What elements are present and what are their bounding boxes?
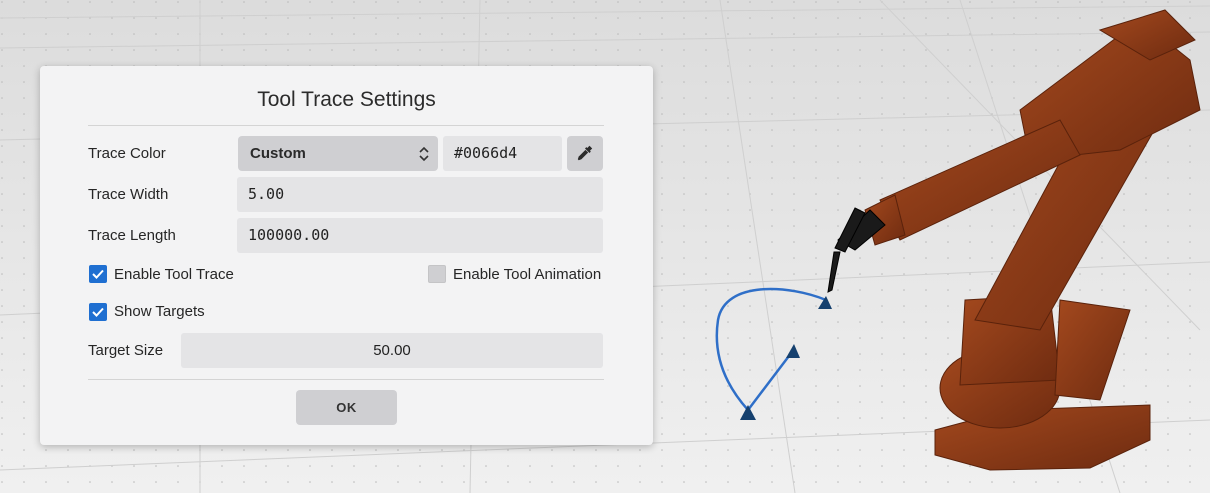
show-targets-checkbox[interactable] [89,303,107,321]
enable-tool-trace-label: Enable Tool Trace [114,266,234,283]
trace-color-hex-input[interactable]: #0066d4 [443,136,562,171]
target-size-label: Target Size [88,342,164,359]
trace-length-label: Trace Length [88,227,176,244]
enable-tool-animation-checkbox[interactable] [428,265,446,283]
divider [88,379,604,380]
enable-tool-trace-checkbox[interactable] [89,265,107,283]
trace-color-select-value: Custom [250,145,306,162]
show-targets-label: Show Targets [114,303,205,320]
checkmark-icon [92,269,104,279]
color-picker-button[interactable] [567,136,603,171]
eyedropper-icon [577,145,593,161]
enable-tool-animation-label: Enable Tool Animation [453,266,602,283]
divider [88,125,604,126]
trace-length-input[interactable]: 100000.00 [237,218,603,253]
trace-width-label: Trace Width [88,186,169,203]
trace-color-select[interactable]: Custom [238,136,438,171]
ok-button[interactable]: OK [296,390,397,425]
trace-width-input[interactable]: 5.00 [237,177,603,212]
checkmark-icon [92,307,104,317]
select-arrows-icon [419,146,429,162]
tool-trace-settings-dialog: Tool Trace Settings Trace Color Custom #… [40,66,653,445]
target-size-input[interactable]: 50.00 [181,333,603,368]
trace-color-label: Trace Color [88,145,166,162]
dialog-title: Tool Trace Settings [257,88,436,111]
